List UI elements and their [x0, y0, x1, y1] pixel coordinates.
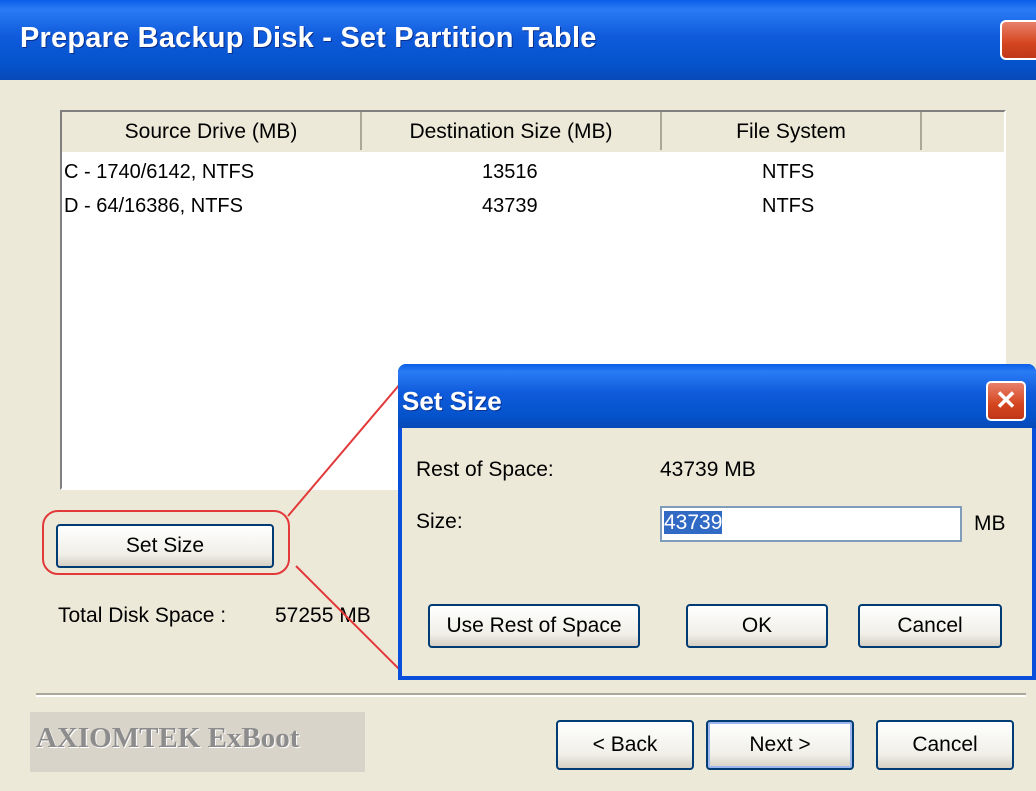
ok-button[interactable]: OK [686, 604, 828, 648]
use-rest-of-space-button[interactable]: Use Rest of Space [428, 604, 640, 648]
dialog-titlebar: Set Size ✕ [398, 364, 1036, 428]
rest-of-space-value: 43739 MB [660, 458, 756, 481]
rest-of-space-label: Rest of Space: [416, 458, 554, 481]
dialog-title: Set Size [402, 386, 502, 416]
dialog-cancel-button[interactable]: Cancel [858, 604, 1002, 648]
size-unit: MB [974, 512, 1006, 535]
size-input-value: 43739 [664, 511, 723, 534]
size-label: Size: [416, 510, 463, 533]
close-icon[interactable]: ✕ [986, 381, 1026, 421]
size-input[interactable]: 43739 [660, 506, 962, 542]
dialog-body: Rest of Space: 43739 MB Size: 43739 MB U… [402, 428, 1032, 676]
set-size-dialog: Set Size ✕ Rest of Space: 43739 MB Size:… [398, 364, 1036, 680]
